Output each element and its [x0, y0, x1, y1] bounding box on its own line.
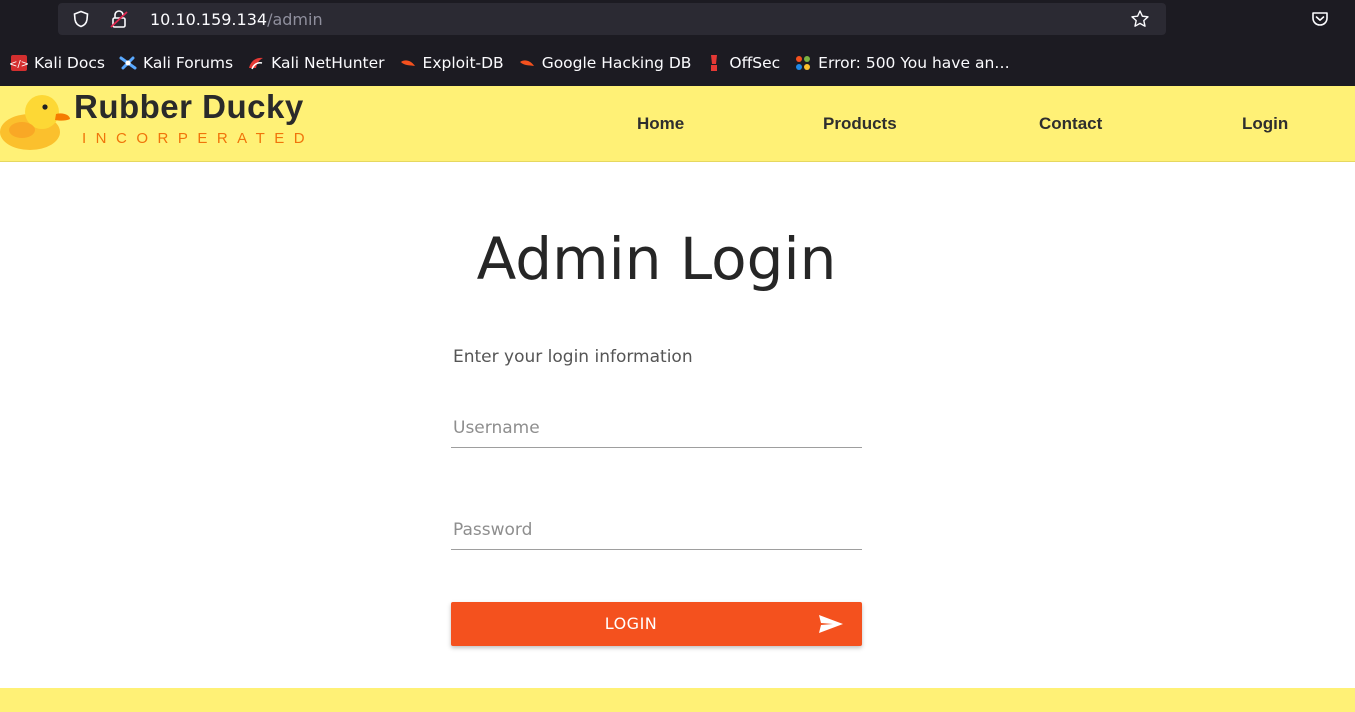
nav-login-link[interactable]: Login — [1242, 114, 1288, 134]
browser-toolbar: 10.10.159.134/admin — [0, 0, 1355, 40]
bookmark-exploit-db[interactable]: Exploit-DB — [399, 54, 504, 72]
bookmark-label: Exploit-DB — [422, 54, 504, 72]
brand-tagline: INCORPERATED — [82, 130, 315, 147]
bookmark-kali-forums[interactable]: Kali Forums — [119, 54, 233, 72]
kali-nethunter-icon — [249, 57, 264, 70]
bookmark-label: OffSec — [729, 54, 781, 72]
tracking-protection-shield-icon[interactable] — [72, 10, 90, 28]
site-header: Rubber Ducky INCORPERATED Home Products … — [0, 86, 1355, 162]
exploit-db-icon — [400, 60, 415, 66]
page-title: Admin Login — [476, 225, 837, 293]
bookmark-label: Google Hacking DB — [541, 54, 692, 72]
bookmark-google-hacking-db[interactable]: Google Hacking DB — [518, 54, 692, 72]
pocket-icon[interactable] — [1310, 9, 1330, 29]
password-input[interactable] — [451, 510, 862, 550]
url-text[interactable]: 10.10.159.134/admin — [150, 10, 323, 29]
bookmark-label: Error: 500 You have an… — [818, 54, 1010, 72]
offsec-icon — [711, 55, 718, 71]
site-footer — [0, 688, 1355, 712]
url-path: /admin — [267, 10, 323, 29]
send-icon — [819, 615, 843, 633]
joomla-icon — [796, 56, 811, 70]
insecure-lock-icon[interactable] — [110, 9, 128, 29]
login-instructions: Enter your login information — [453, 347, 693, 367]
username-input[interactable] — [451, 408, 862, 448]
kali-docs-icon: </> — [10, 55, 28, 71]
bookmark-label: Kali Forums — [142, 54, 234, 72]
nav-products-link[interactable]: Products — [823, 114, 897, 134]
nav-home-link[interactable]: Home — [637, 114, 684, 134]
bookmark-kali-nethunter[interactable]: Kali NetHunter — [247, 54, 385, 72]
nav-contact-link[interactable]: Contact — [1039, 114, 1102, 134]
url-host: 10.10.159.134 — [150, 10, 268, 29]
login-button-label: LOGIN — [604, 614, 658, 633]
bookmark-offsec[interactable]: OffSec — [705, 54, 780, 72]
bookmark-error-500[interactable]: Error: 500 You have an… — [794, 54, 1010, 72]
bookmarks-toolbar: </> Kali Docs Kali Forums Kali NetHunter… — [0, 40, 1355, 86]
rubber-duck-logo-icon[interactable] — [0, 90, 72, 154]
svg-text:</>: </> — [10, 59, 28, 70]
bookmark-star-icon[interactable] — [1130, 9, 1150, 29]
login-button[interactable]: LOGIN — [451, 602, 862, 646]
brand-name[interactable]: Rubber Ducky — [74, 88, 304, 126]
google-hacking-db-icon — [519, 60, 534, 66]
kali-forums-icon — [119, 56, 137, 70]
bookmark-label: Kali Docs — [34, 54, 105, 72]
address-bar[interactable]: 10.10.159.134/admin — [58, 3, 1166, 35]
bookmark-kali-docs[interactable]: </> Kali Docs — [10, 54, 105, 72]
bookmark-label: Kali NetHunter — [271, 54, 385, 72]
